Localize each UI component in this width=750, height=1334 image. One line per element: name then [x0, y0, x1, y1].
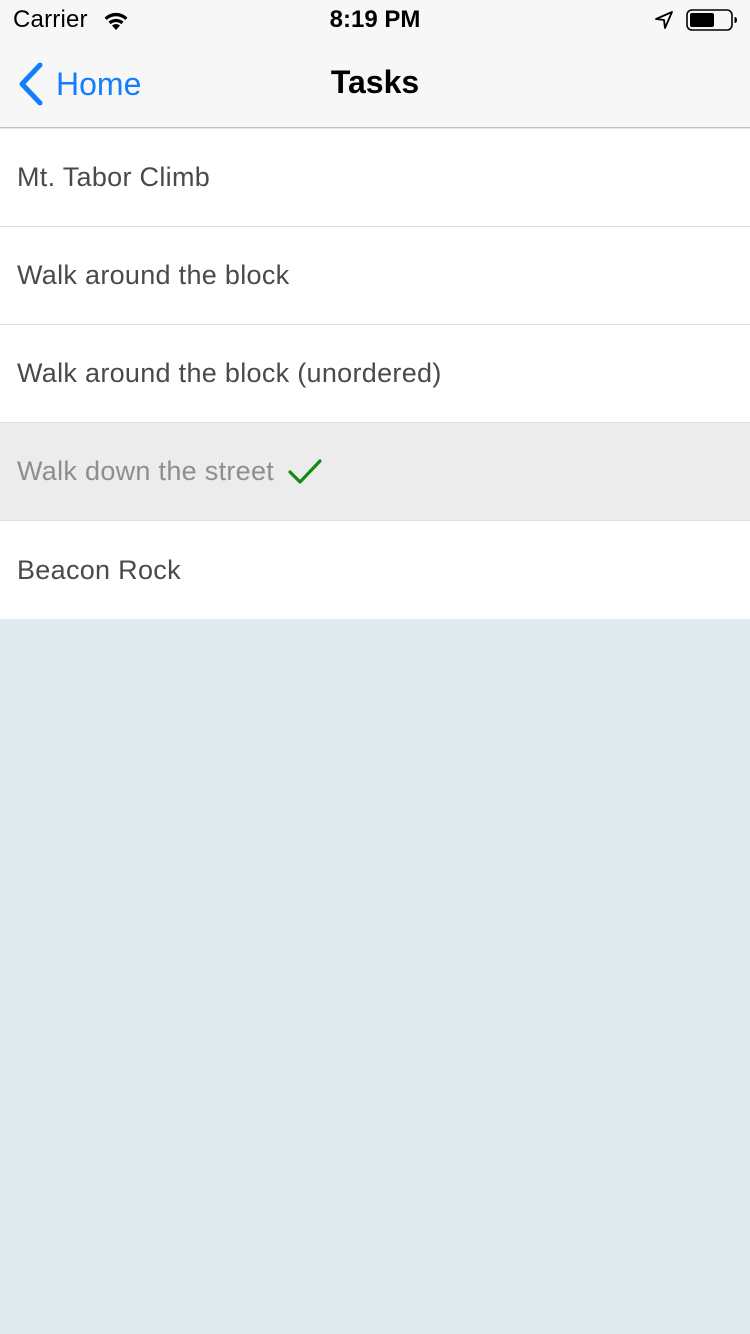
task-row[interactable]: Mt. Tabor Climb: [0, 129, 750, 227]
task-label: Walk down the street: [17, 456, 275, 486]
task-label: Walk around the block: [17, 260, 290, 290]
location-icon: [655, 11, 673, 29]
task-row[interactable]: Beacon Rock: [0, 521, 750, 619]
task-row[interactable]: Walk around the block: [0, 227, 750, 325]
navigation-bar: Home Tasks: [0, 40, 750, 128]
status-bar: Carrier 8:19 PM: [0, 0, 750, 40]
checkmark-icon: [288, 458, 322, 484]
page-title: Tasks: [330, 64, 420, 100]
task-label: Mt. Tabor Climb: [17, 162, 211, 192]
task-row[interactable]: Walk around the block (unordered): [0, 325, 750, 423]
task-label: Walk around the block (unordered): [17, 358, 442, 388]
task-row-completed[interactable]: Walk down the street: [0, 423, 750, 521]
task-label: Beacon Rock: [17, 554, 181, 585]
status-time: 8:19 PM: [329, 6, 421, 33]
battery-icon: [686, 9, 737, 31]
task-list: Mt. Tabor Climb Walk around the block Wa…: [0, 129, 750, 619]
